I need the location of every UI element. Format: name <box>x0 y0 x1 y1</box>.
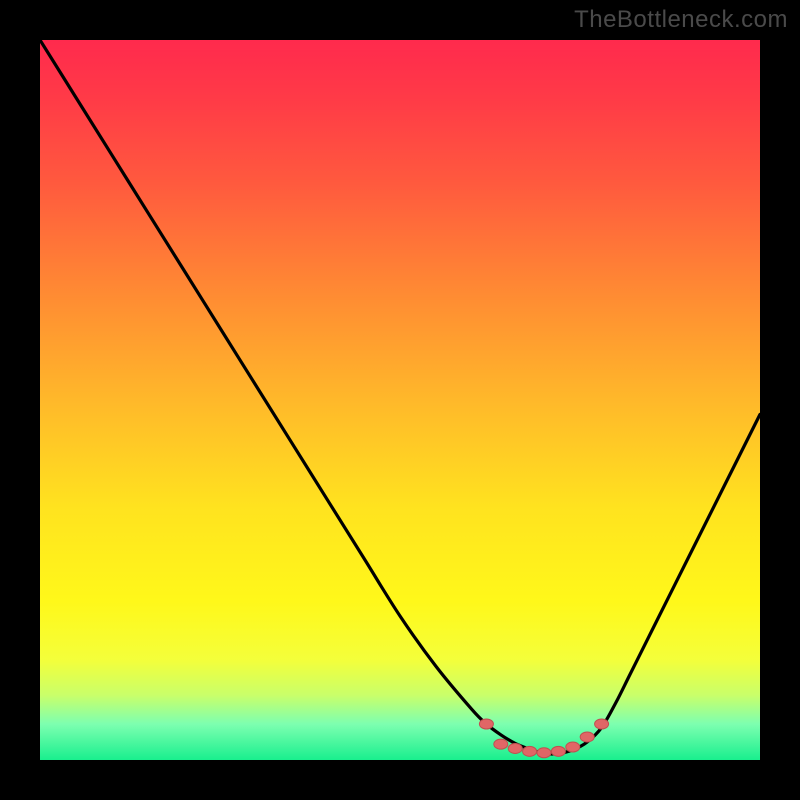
flat-region-dots <box>479 719 608 758</box>
dot-marker <box>566 742 580 752</box>
dots-layer <box>40 40 760 760</box>
dot-marker <box>537 748 551 758</box>
dot-marker <box>551 746 565 756</box>
dot-marker <box>595 719 609 729</box>
plot-area <box>40 40 760 760</box>
dot-marker <box>580 732 594 742</box>
watermark-text: TheBottleneck.com <box>574 6 788 34</box>
dot-marker <box>479 719 493 729</box>
dot-marker <box>523 746 537 756</box>
dot-marker <box>494 739 508 749</box>
dot-marker <box>508 743 522 753</box>
chart-stage: TheBottleneck.com <box>0 0 800 800</box>
